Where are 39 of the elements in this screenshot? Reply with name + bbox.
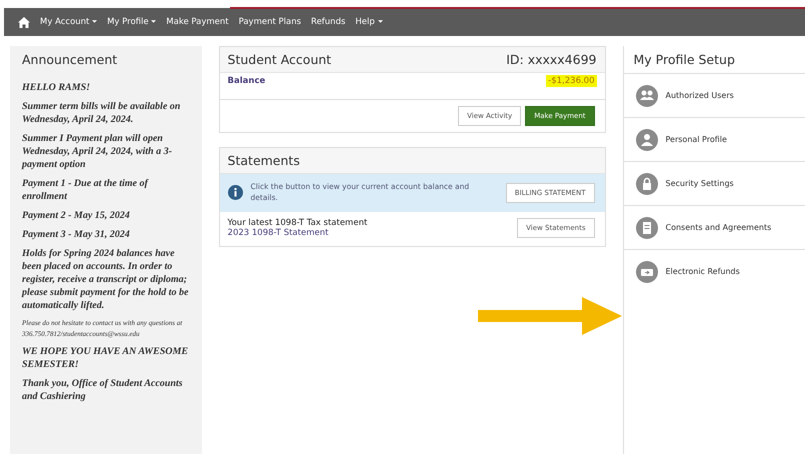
person-icon	[636, 128, 658, 150]
announcement-text: HELLO RAMS!	[22, 81, 92, 94]
announcement-text: Thank you, Office of Student Accounts and Cashiering	[22, 377, 184, 403]
announcement-text: WE HOPE YOU HAVE AN AWESOME SEMESTER!	[22, 345, 190, 371]
profile-menu-item[interactable]: Personal Profile	[624, 117, 805, 161]
panel-title: Statements	[228, 153, 300, 168]
announcement-text: Payment 2 - May 15, 2024	[22, 209, 131, 222]
home-icon[interactable]	[18, 16, 30, 28]
panel-title: My Profile Setup	[632, 51, 736, 69]
nav-link[interactable]: Payment Plans	[238, 17, 302, 27]
document-icon	[636, 216, 658, 238]
profile-menu-item[interactable]: Authorized Users	[624, 73, 805, 117]
tax-heading: Your latest 1098-T Tax statement	[228, 218, 368, 228]
users-icon	[636, 84, 658, 106]
announcement-text: Payment 3 - May 31, 2024	[22, 228, 131, 241]
nav-link[interactable]: Refunds	[311, 17, 346, 27]
card-icon	[636, 260, 658, 282]
balance-label: Balance	[228, 76, 266, 86]
profile-menu-item[interactable]: Electronic Refunds	[624, 249, 805, 293]
nav-dropdown[interactable]: Help	[355, 17, 382, 27]
caret-icon	[92, 20, 98, 24]
caret-icon	[378, 20, 382, 24]
statement-link[interactable]: 2023 1098-T Statement	[228, 228, 368, 238]
panel-title: Announcement	[22, 52, 118, 67]
profile-menu-item[interactable]: Consents and Agreements	[624, 205, 805, 249]
announcement-text: Summer term bills will be available on Wednesday, April 24, 2024.	[22, 100, 182, 126]
announcement-text: Holds for Spring 2024 balances have been placed on accounts. In order to register, receive a transcript or diploma; please submit payment for the hold to be automatically lifted.	[22, 247, 190, 312]
caret-icon	[151, 20, 156, 24]
profile-menu-item[interactable]: Security Settings	[624, 161, 805, 205]
nav-dropdown[interactable]: My Account	[40, 17, 98, 27]
panel-title: Student Account	[228, 52, 332, 67]
lock-icon	[636, 172, 658, 194]
info-icon	[228, 185, 243, 200]
nav-link[interactable]: Make Payment	[166, 17, 229, 27]
announcement-text: Payment 1 - Due at the time of enrollment	[22, 177, 150, 203]
balance-amount: -$1,236.00	[546, 75, 596, 87]
announcement-text: Summer I Payment plan will open Wednesday, April 24, 2024, with a 3-payment option	[22, 132, 173, 171]
nav-dropdown[interactable]: My Profile	[107, 17, 156, 27]
account-id: ID: xxxxx4699	[506, 52, 596, 67]
